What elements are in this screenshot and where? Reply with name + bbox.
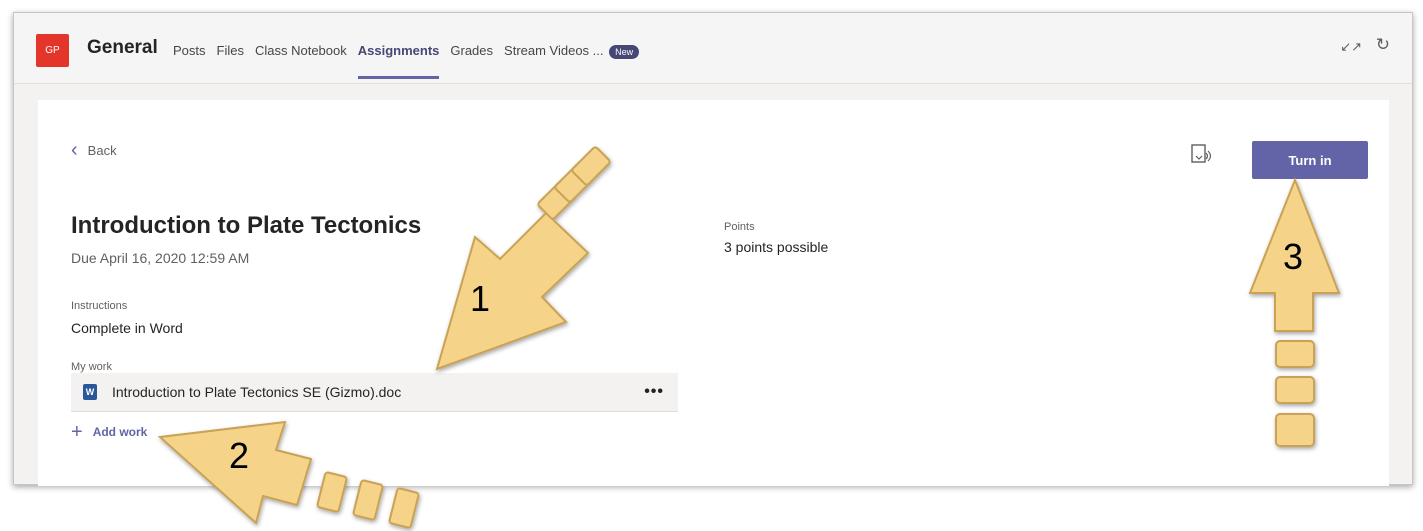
tab-class-notebook[interactable]: Class Notebook xyxy=(255,43,347,59)
channel-name: General xyxy=(87,37,158,58)
plus-icon: + xyxy=(71,421,83,443)
turn-in-button[interactable]: Turn in xyxy=(1252,141,1368,179)
tab-posts[interactable]: Posts xyxy=(173,43,206,59)
team-avatar[interactable]: GP xyxy=(36,34,69,67)
tab-grades[interactable]: Grades xyxy=(450,43,493,59)
instructions-text: Complete in Word xyxy=(71,320,183,336)
work-file-item[interactable]: W Introduction to Plate Tectonics SE (Gi… xyxy=(71,373,678,412)
points-label: Points xyxy=(724,221,755,233)
expand-icon[interactable]: ↙↗ xyxy=(1340,39,1362,55)
assignment-title: Introduction to Plate Tectonics xyxy=(71,212,422,239)
tab-files[interactable]: Files xyxy=(217,43,244,59)
tab-assignments[interactable]: Assignments xyxy=(357,43,439,79)
immersive-reader-icon[interactable] xyxy=(1191,144,1211,166)
annotation-number-3: 3 xyxy=(1283,236,1304,277)
assignment-card: ‹ Back Introduction to Plate Tectonics D… xyxy=(38,100,1389,486)
work-file-name: Introduction to Plate Tectonics SE (Gizm… xyxy=(112,384,402,400)
refresh-icon[interactable]: ↻ xyxy=(1376,35,1390,55)
back-label: Back xyxy=(87,142,117,158)
due-date: Due April 16, 2020 12:59 AM xyxy=(71,250,250,266)
add-work-button[interactable]: + Add work xyxy=(71,422,147,442)
tab-stream-videos-label: Stream Videos ... xyxy=(504,43,604,58)
new-badge: New xyxy=(609,44,640,59)
teams-window: GP General Posts Files Class Notebook As… xyxy=(13,12,1413,486)
more-options-icon[interactable]: ••• xyxy=(644,383,664,401)
add-work-label: Add work xyxy=(92,425,148,439)
tab-stream-videos[interactable]: Stream Videos ... New xyxy=(504,43,640,59)
annotation-number-1: 1 xyxy=(470,278,491,319)
points-value: 3 points possible xyxy=(724,239,829,255)
my-work-label: My work xyxy=(71,361,112,373)
back-button[interactable]: ‹ Back xyxy=(71,140,117,160)
instructions-label: Instructions xyxy=(71,300,128,312)
channel-tabs: Posts Files Class Notebook Assignments G… xyxy=(173,43,650,79)
channel-header: GP General Posts Files Class Notebook As… xyxy=(14,13,1412,84)
annotation-number-2: 2 xyxy=(229,435,250,476)
word-doc-icon: W xyxy=(83,384,97,400)
chevron-left-icon: ‹ xyxy=(71,139,78,161)
